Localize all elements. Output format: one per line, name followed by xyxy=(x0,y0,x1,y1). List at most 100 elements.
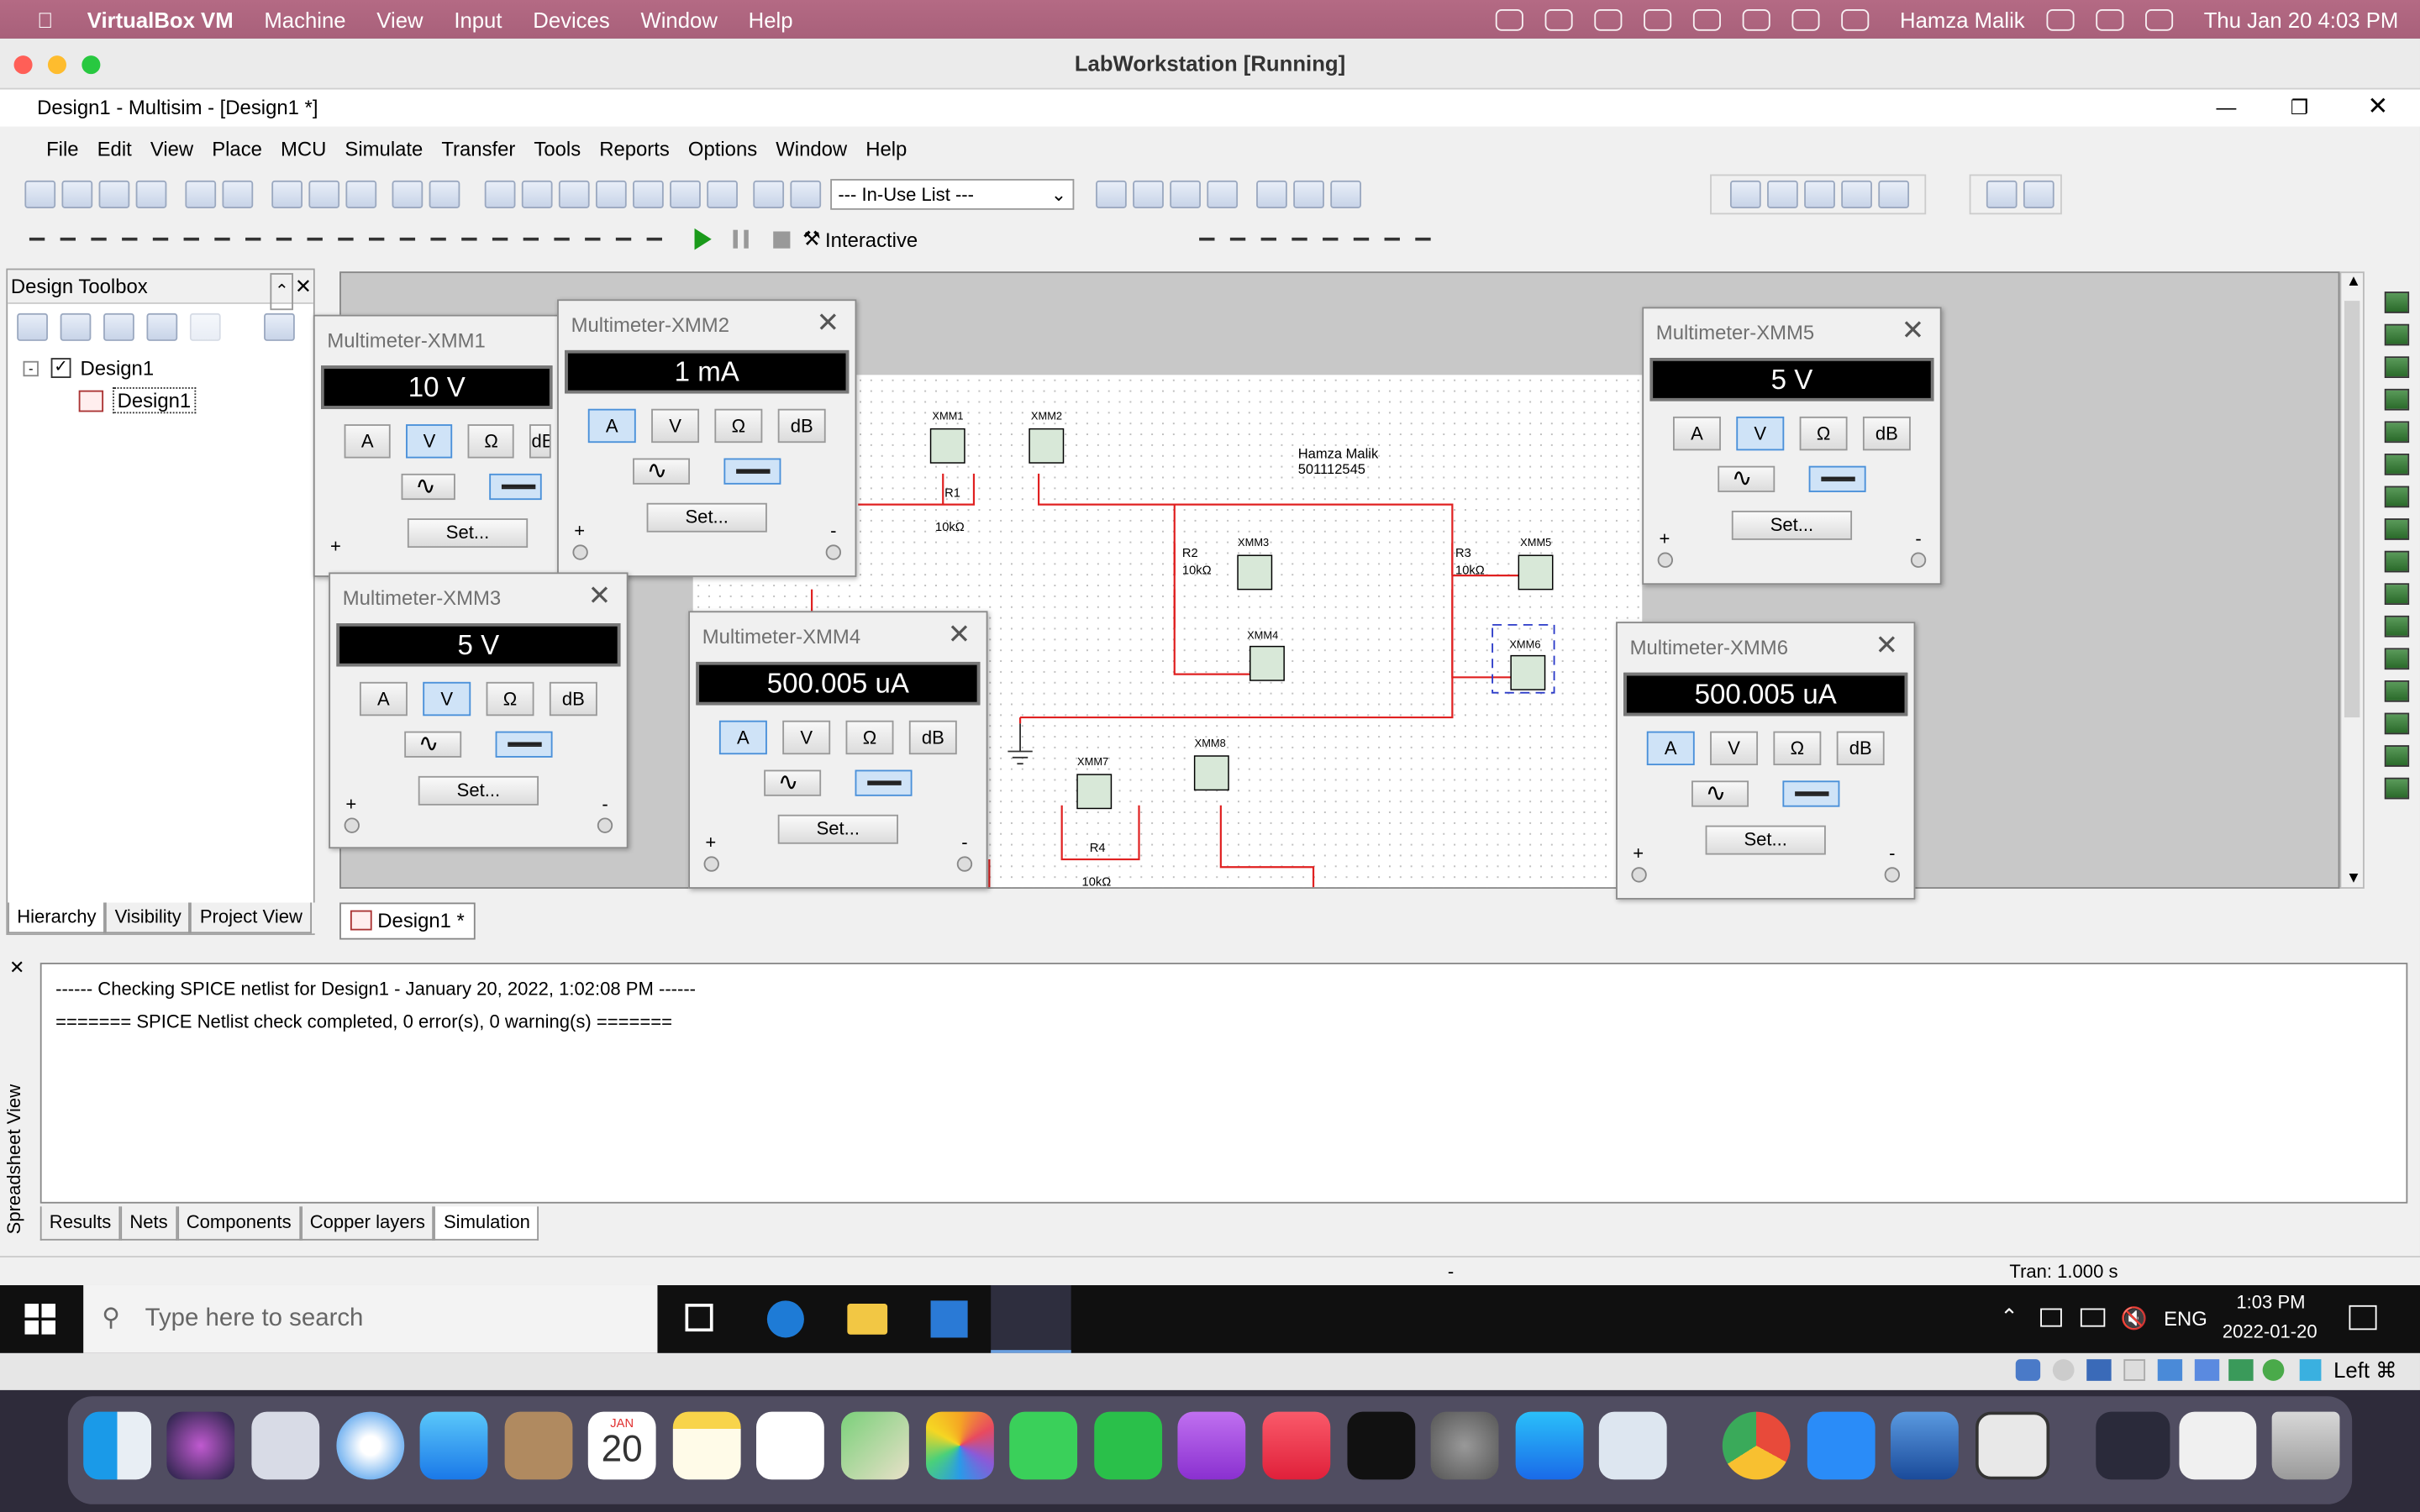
search-box[interactable]: ⚲ Type here to search xyxy=(83,1284,658,1353)
wifi-icon[interactable] xyxy=(1841,8,1870,30)
print-icon[interactable] xyxy=(185,180,217,208)
indicator-icon[interactable] xyxy=(334,228,358,250)
app-store-icon[interactable] xyxy=(1515,1411,1584,1480)
notification-icon[interactable] xyxy=(2349,1305,2377,1331)
mcu-icon[interactable] xyxy=(241,228,266,250)
oscilloscope-icon[interactable] xyxy=(2384,388,2410,411)
undo-icon[interactable] xyxy=(392,180,424,208)
db-button[interactable]: dB xyxy=(777,408,826,444)
zoom-in-icon[interactable] xyxy=(1729,180,1761,208)
source-icon[interactable] xyxy=(24,228,49,250)
file-explorer-icon[interactable] xyxy=(847,1304,888,1335)
bluetooth-icon[interactable] xyxy=(1742,8,1770,30)
scroll-up-icon[interactable]: ▲ xyxy=(2346,273,2361,290)
wizard-icon[interactable] xyxy=(790,180,822,208)
menu-window[interactable]: Window xyxy=(640,7,717,31)
run-icon[interactable] xyxy=(694,228,712,250)
multimeter-xmm5[interactable]: Multimeter-XMM5 ✕ 5 V A V Ω dB ∿ Set... +… xyxy=(1642,307,1942,585)
word-generator-icon[interactable] xyxy=(2384,518,2410,540)
menu-input[interactable]: Input xyxy=(454,7,502,31)
finder-icon[interactable] xyxy=(83,1411,151,1480)
status-icon[interactable] xyxy=(1644,8,1672,30)
plus-terminal[interactable] xyxy=(572,544,588,560)
ac-button[interactable]: ∿ xyxy=(404,731,462,758)
ac-button[interactable]: ∿ xyxy=(401,473,455,501)
set-button[interactable]: Set... xyxy=(418,775,539,806)
bode-plotter-icon[interactable] xyxy=(2384,453,2410,475)
ohmmeter-button[interactable]: Ω xyxy=(1773,731,1822,766)
rf-icon[interactable] xyxy=(457,228,481,250)
close-icon[interactable]: ✕ xyxy=(1902,315,1925,348)
plus-terminal[interactable] xyxy=(344,817,360,833)
tektronix-icon[interactable] xyxy=(2384,777,2410,800)
preview-icon[interactable] xyxy=(1598,1411,1667,1480)
language-indicator[interactable]: ENG xyxy=(2164,1307,2207,1331)
menu-file[interactable]: File xyxy=(46,137,78,160)
menu-reports[interactable]: Reports xyxy=(599,137,670,160)
menu-view[interactable]: View xyxy=(150,137,193,160)
postprocessor-icon[interactable] xyxy=(633,180,664,208)
zoom-out-icon[interactable] xyxy=(1767,180,1798,208)
bus-place-icon[interactable] xyxy=(611,228,635,250)
voltmeter-button[interactable]: V xyxy=(782,720,831,755)
new-icon[interactable] xyxy=(24,180,56,208)
close-icon[interactable]: ✕ xyxy=(1875,629,1898,662)
ac-button[interactable]: ∿ xyxy=(764,769,822,796)
oscilloscope4-icon[interactable] xyxy=(2384,421,2410,444)
gear-icon[interactable] xyxy=(1411,228,1435,250)
network-icon[interactable] xyxy=(2080,1308,2106,1327)
logic-analyzer-icon[interactable] xyxy=(2384,550,2410,573)
spreadsheet-icon[interactable] xyxy=(558,180,590,208)
contacts-icon[interactable] xyxy=(504,1411,573,1480)
db-button[interactable]: dB xyxy=(529,424,551,459)
menu-transfer[interactable]: Transfer xyxy=(441,137,515,160)
cmos-icon[interactable] xyxy=(210,228,234,250)
misc-icon[interactable] xyxy=(395,228,419,250)
tab-visibility[interactable]: Visibility xyxy=(105,902,191,934)
mail-icon[interactable] xyxy=(419,1411,488,1480)
display-icon[interactable] xyxy=(2194,1359,2220,1381)
optical-icon[interactable] xyxy=(2052,1359,2075,1381)
trash-icon[interactable] xyxy=(2271,1411,2340,1480)
close-icon[interactable]: ✕ xyxy=(948,619,971,652)
network-analyzer-icon[interactable] xyxy=(2384,712,2410,735)
multimeter-xmm1[interactable]: Multimeter-XMM1 10 V A V Ω dB ∿ Set... + xyxy=(313,314,560,577)
inuse-list-dropdown[interactable]: --- In-Use List --- ⌄ xyxy=(830,179,1075,210)
multimeter-xmm6[interactable]: Multimeter-XMM6 ✕ 500.005 uA A V Ω dB ∿ S… xyxy=(1616,622,1916,900)
launchpad-icon[interactable] xyxy=(251,1411,320,1480)
set-button[interactable]: Set... xyxy=(1731,510,1853,540)
probe-digital-icon[interactable] xyxy=(1349,228,1373,250)
ni-icon[interactable] xyxy=(518,228,543,250)
probe-ref-icon[interactable] xyxy=(1318,228,1343,250)
messages-icon[interactable] xyxy=(1009,1411,1078,1480)
maps-icon[interactable] xyxy=(841,1411,909,1480)
siri-icon[interactable] xyxy=(2144,8,2173,30)
task-view-icon[interactable] xyxy=(685,1304,713,1332)
minimize-icon[interactable]: — xyxy=(2217,90,2237,127)
settings-icon[interactable] xyxy=(264,312,295,341)
save-design-icon[interactable] xyxy=(103,312,134,341)
menu-devices[interactable]: Devices xyxy=(533,7,609,31)
open-icon[interactable] xyxy=(61,180,93,208)
redo-icon[interactable] xyxy=(429,180,460,208)
db-button[interactable]: dB xyxy=(1862,416,1911,451)
plus-terminal[interactable] xyxy=(703,856,719,872)
bus-icon[interactable] xyxy=(1986,180,2018,208)
menu-machine[interactable]: Machine xyxy=(264,7,345,31)
probe-power-icon[interactable] xyxy=(1256,228,1281,250)
doc-tab[interactable]: Design1 * xyxy=(339,902,476,940)
db-button[interactable]: dB xyxy=(1836,731,1885,766)
menu-window[interactable]: Window xyxy=(776,137,847,160)
probe-voltage-icon[interactable] xyxy=(1195,228,1219,250)
scroll-thumb[interactable] xyxy=(2344,301,2360,718)
ammeter-button[interactable]: A xyxy=(1646,731,1695,766)
back-annotate-icon[interactable] xyxy=(1170,180,1201,208)
arrow-icon[interactable] xyxy=(2299,1359,2322,1381)
tree-child-label[interactable]: Design1 xyxy=(113,387,196,414)
delete-icon[interactable] xyxy=(189,312,221,341)
app-menu[interactable]: VirtualBox VM xyxy=(87,7,234,31)
web-icon[interactable] xyxy=(1293,180,1324,208)
voltmeter-button[interactable]: V xyxy=(406,424,453,459)
status-icon[interactable] xyxy=(1544,8,1573,30)
grid-icon[interactable] xyxy=(521,180,553,208)
